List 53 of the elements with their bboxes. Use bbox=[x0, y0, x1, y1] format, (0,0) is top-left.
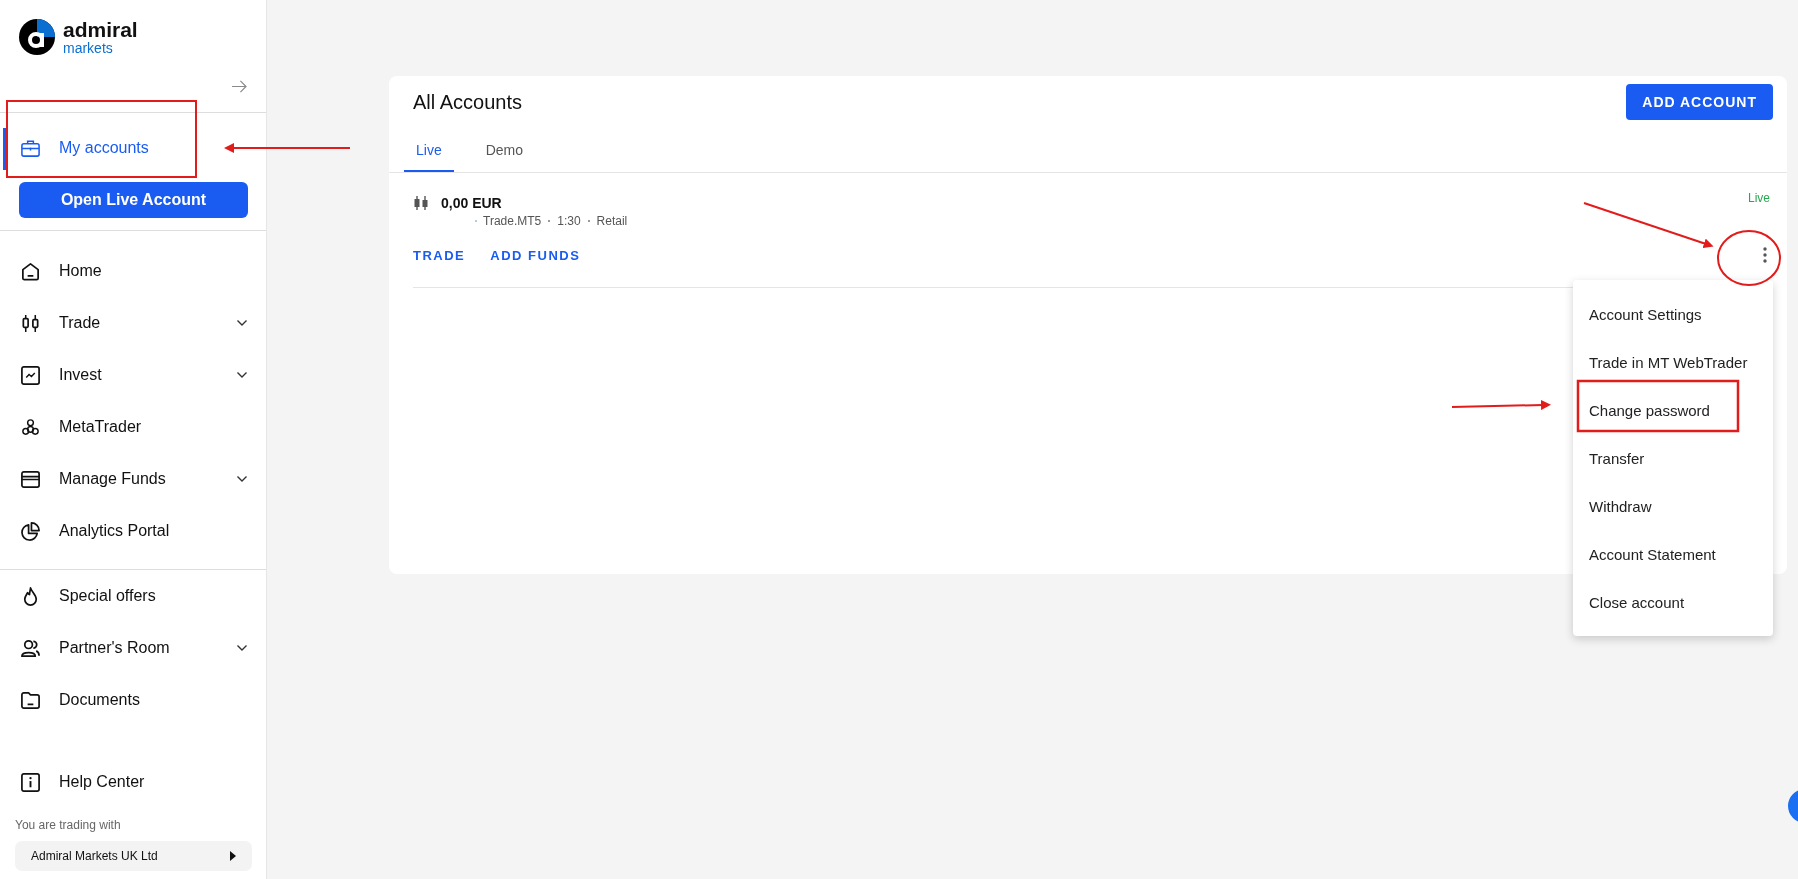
pie-chart-icon bbox=[20, 520, 41, 542]
nav-item[interactable]: Trade bbox=[0, 297, 266, 349]
chevron-down-icon bbox=[236, 475, 248, 483]
logo-icon bbox=[19, 19, 55, 55]
menu-item[interactable]: Withdraw bbox=[1573, 482, 1773, 530]
wallet-icon bbox=[20, 468, 41, 490]
menu-item[interactable]: Transfer bbox=[1573, 434, 1773, 482]
chevron-down-icon bbox=[236, 644, 248, 652]
nav-item[interactable]: My accounts bbox=[0, 118, 266, 178]
circles-icon bbox=[20, 416, 41, 438]
account-action-button[interactable]: TRADE bbox=[413, 247, 466, 263]
nav-item[interactable]: Special offers bbox=[0, 570, 266, 622]
account-type-label: Retail bbox=[596, 214, 628, 228]
info-icon bbox=[20, 771, 41, 793]
candlestick-icon bbox=[20, 312, 41, 334]
menu-item[interactable]: Change password bbox=[1573, 386, 1773, 434]
candlestick-icon bbox=[413, 195, 429, 211]
vertical-dots-icon bbox=[1763, 247, 1767, 263]
chevron-down-icon bbox=[236, 319, 248, 327]
menu-item[interactable]: Account Settings bbox=[1573, 290, 1773, 338]
entity-selector[interactable]: Admiral Markets UK Ltd bbox=[15, 841, 252, 871]
menu-item[interactable]: Trade in MT WebTrader bbox=[1573, 338, 1773, 386]
nav-item[interactable]: MetaTrader bbox=[0, 401, 266, 453]
brand-name: admiral bbox=[63, 19, 138, 40]
nav-item[interactable]: Documents bbox=[0, 674, 266, 726]
leverage-label: 1:30 bbox=[557, 214, 581, 228]
tab[interactable]: Demo bbox=[473, 142, 536, 172]
menu-item[interactable]: Account Statement bbox=[1573, 530, 1773, 578]
account-balance: 0,00 EUR bbox=[441, 195, 503, 211]
trading-with-label: You are trading with bbox=[14, 818, 122, 832]
chevron-down-icon bbox=[236, 371, 248, 379]
folder-icon bbox=[20, 689, 41, 711]
add-account-button[interactable]: ADD ACCOUNT bbox=[1626, 84, 1773, 120]
platform-label: Trade.MT5 bbox=[483, 214, 542, 228]
account-status: Live bbox=[1748, 191, 1770, 205]
brand-subtitle: markets bbox=[63, 41, 114, 55]
home-icon bbox=[20, 260, 41, 282]
people-icon bbox=[20, 637, 41, 659]
line-chart-icon bbox=[20, 364, 41, 386]
page-title: All Accounts bbox=[413, 90, 522, 114]
nav-item[interactable]: Help Center bbox=[0, 756, 266, 808]
nav-item[interactable]: Manage Funds bbox=[0, 453, 266, 505]
highlight-circle bbox=[1717, 230, 1781, 286]
tab[interactable]: Live bbox=[404, 142, 454, 172]
menu-item[interactable]: Close account bbox=[1573, 578, 1773, 626]
nav-item[interactable]: Analytics Portal bbox=[0, 505, 266, 557]
nav-item[interactable]: Invest bbox=[0, 349, 266, 401]
arrow-right-icon[interactable] bbox=[231, 80, 248, 93]
nav-item[interactable]: Partner's Room bbox=[0, 622, 266, 674]
caret-right-icon bbox=[230, 851, 236, 861]
nav-item[interactable]: Home bbox=[0, 245, 266, 297]
open-live-account-button[interactable]: Open Live Account bbox=[19, 182, 248, 218]
account-action-button[interactable]: ADD FUNDS bbox=[490, 247, 581, 263]
